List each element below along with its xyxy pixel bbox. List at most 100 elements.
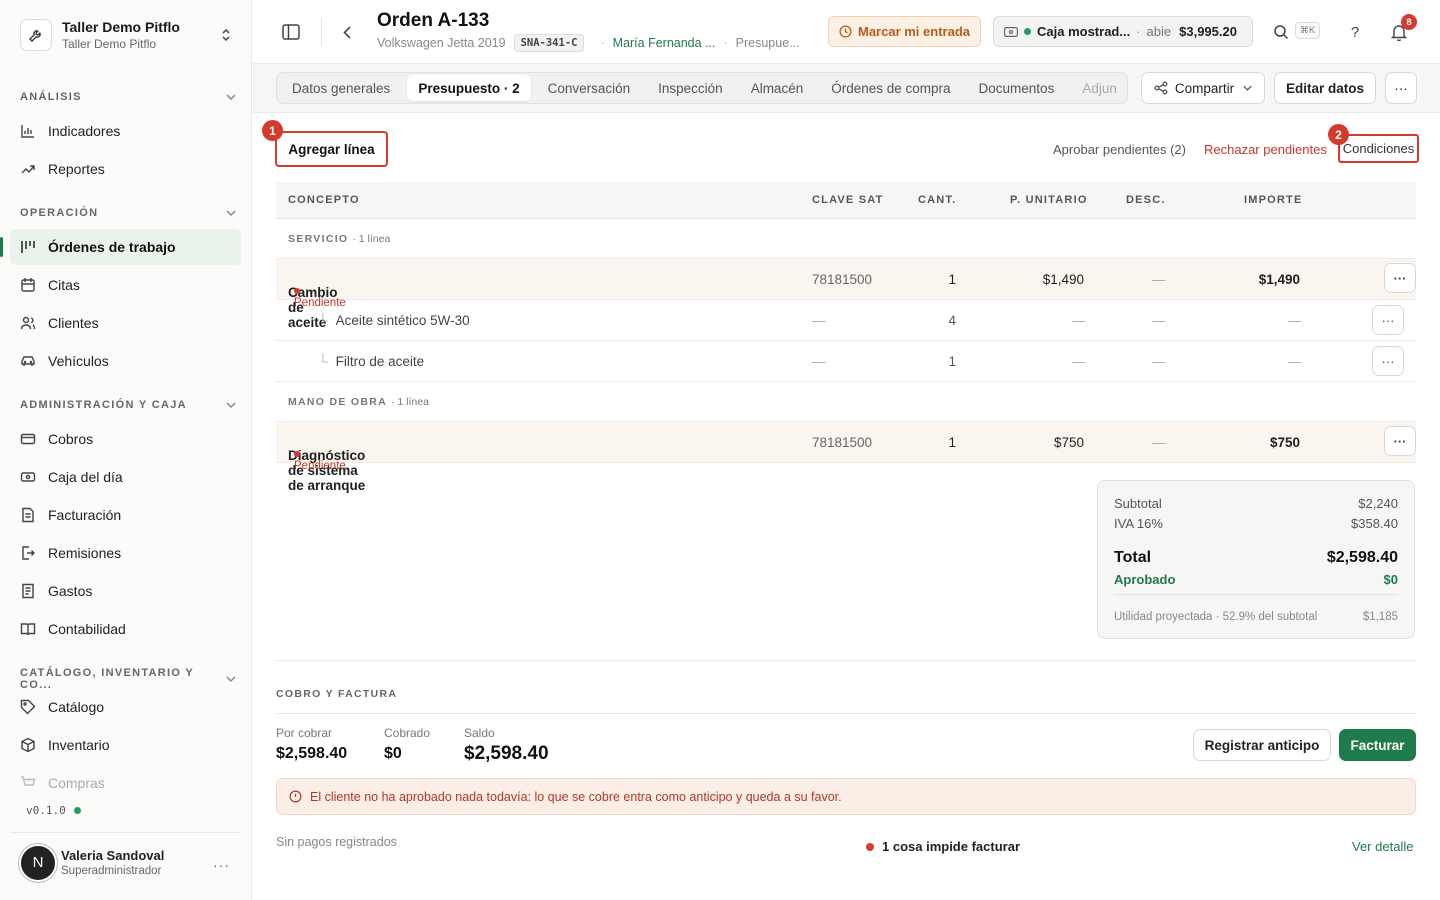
sidebar-item-facturacion[interactable]: Facturación: [10, 497, 241, 533]
table-row[interactable]: Cambio de aceite Pendiente 78181500 1 $1,…: [276, 259, 1416, 330]
sidebar-item-label: Remisiones: [48, 545, 122, 561]
section-catalogo[interactable]: CATÁLOGO, INVENTARIO Y CO...: [20, 667, 236, 691]
tab-adjuntos[interactable]: Adjun: [1071, 75, 1127, 101]
sidebar-item-caja[interactable]: Caja del día: [10, 459, 241, 495]
sidebar-item-label: Caja del día: [48, 469, 123, 485]
user-role: Superadministrador: [61, 865, 162, 877]
row-menu-button[interactable]: ···: [1372, 346, 1404, 376]
conditions-button[interactable]: Condiciones: [1338, 134, 1419, 163]
search-icon[interactable]: [1271, 22, 1291, 42]
chevron-down-icon: [226, 210, 236, 216]
sidebar-item-catalogo[interactable]: Catálogo: [10, 689, 241, 725]
sidebar-item-citas[interactable]: Citas: [10, 267, 241, 303]
line-sat: 78181500: [812, 272, 873, 287]
back-icon[interactable]: [337, 20, 357, 44]
sidebar-toggle-icon[interactable]: [279, 20, 303, 44]
invoice-blocker: 1 cosa impide facturar: [866, 839, 1020, 854]
user-menu[interactable]: N Valeria Sandoval Superadministrador ··…: [10, 832, 240, 892]
sidebar-item-indicadores[interactable]: Indicadores: [10, 113, 241, 149]
line-qty: 1: [948, 435, 956, 450]
tab-documentos[interactable]: Documentos: [968, 75, 1066, 101]
tab-presupuesto[interactable]: Presupuesto · 2: [407, 75, 531, 101]
line-total: $750: [1269, 435, 1300, 450]
line-discount: —: [1152, 272, 1166, 287]
register-advance-button[interactable]: Registrar anticipo: [1193, 729, 1331, 761]
invoice-button[interactable]: Facturar: [1339, 729, 1416, 761]
line-concept: Filtro de aceite: [318, 354, 425, 369]
share-button[interactable]: Compartir: [1141, 72, 1265, 104]
due-value: $2,598.40: [276, 745, 348, 762]
col-cantidad: CANT.: [918, 194, 957, 206]
shortcut-badge: ⌘K: [1295, 22, 1321, 39]
sidebar: Taller Demo Pitflo Taller Demo Pitflo AN…: [0, 0, 252, 900]
sidebar-item-inventario[interactable]: Inventario: [10, 727, 241, 763]
cash-amount: $3,995.20: [1179, 24, 1237, 39]
no-payments-text: Sin pagos registrados: [276, 835, 397, 849]
tab-inspeccion[interactable]: Inspección: [647, 75, 734, 101]
chevron-updown-icon: [222, 28, 230, 42]
cart-icon: [21, 776, 36, 786]
sidebar-item-remisiones[interactable]: Remisiones: [10, 535, 241, 571]
tab-ordenes-compra[interactable]: Órdenes de compra: [820, 75, 961, 101]
line-discount: —: [1152, 435, 1166, 450]
subtotal-label: Subtotal: [1114, 496, 1162, 511]
row-menu-button[interactable]: ···: [1384, 263, 1416, 293]
section-operacion[interactable]: OPERACIÓN: [20, 207, 236, 219]
view-detail-link[interactable]: Ver detalle: [1352, 839, 1413, 854]
tab-conversacion[interactable]: Conversación: [537, 75, 642, 101]
sidebar-item-reportes[interactable]: Reportes: [10, 151, 241, 187]
sidebar-item-gastos[interactable]: Gastos: [10, 573, 241, 609]
paid-label: Cobrado: [384, 726, 431, 740]
page-header: Orden A-133 Volkswagen Jetta 2019 SNA-34…: [253, 0, 1440, 64]
export-icon: [22, 546, 35, 560]
checkin-button[interactable]: Marcar mi entrada: [828, 16, 981, 47]
paid-value: $0: [384, 745, 402, 762]
cash-icon: [1004, 26, 1018, 37]
edit-data-button[interactable]: Editar datos: [1274, 72, 1376, 104]
sidebar-item-clientes[interactable]: Clientes: [10, 305, 241, 341]
total-value: $2,598.40: [1326, 549, 1398, 566]
alert-icon: [289, 790, 302, 803]
table-row[interactable]: Filtro de aceite — 1 — — — ···: [276, 341, 1416, 382]
annotation-marker-1: 1: [262, 120, 283, 141]
row-menu-button[interactable]: ···: [1384, 426, 1416, 456]
approved-label: Aprobado: [1114, 572, 1176, 587]
row-menu-button[interactable]: ···: [1372, 305, 1404, 335]
sidebar-item-label: Contabilidad: [48, 621, 126, 637]
plate-badge: SNA-341-C: [513, 34, 585, 52]
approve-pending-link[interactable]: Aprobar pendientes (2): [1053, 142, 1186, 157]
more-button[interactable]: ···: [1385, 72, 1417, 104]
iva-value: $358.40: [1351, 516, 1398, 531]
notification-count: 8: [1401, 14, 1417, 30]
tab-almacen[interactable]: Almacén: [740, 75, 815, 101]
col-precio-unitario: P. UNITARIO: [1010, 194, 1088, 206]
section-administracion[interactable]: ADMINISTRACIÓN Y CAJA: [20, 399, 236, 411]
status-dot: [1024, 28, 1031, 35]
sidebar-item-compras[interactable]: Compras: [10, 765, 241, 801]
status-dot: [866, 842, 874, 851]
user-name: Valeria Sandoval: [61, 848, 165, 863]
more-icon[interactable]: ···: [213, 857, 230, 873]
help-icon[interactable]: ?: [1345, 22, 1365, 42]
table-row[interactable]: Aceite sintético 5W-30 — 4 — — — ···: [276, 300, 1416, 341]
sidebar-item-label: Cobros: [48, 431, 94, 447]
page-title: Orden A-133: [377, 10, 490, 31]
sidebar-item-contabilidad[interactable]: Contabilidad: [10, 611, 241, 647]
add-line-button[interactable]: Agregar línea: [275, 131, 388, 167]
line-concept: Aceite sintético 5W-30: [318, 313, 470, 328]
customer-link[interactable]: María Fernanda ...: [613, 36, 716, 50]
reject-pending-link[interactable]: Rechazar pendientes: [1204, 142, 1327, 157]
org-switcher[interactable]: Taller Demo Pitflo Taller Demo Pitflo: [10, 8, 242, 62]
section-analisis[interactable]: ANÁLISIS: [20, 91, 236, 103]
cash-register-status[interactable]: Caja mostrad... · abie $3,995.20: [993, 16, 1253, 47]
table-row[interactable]: Diagnóstico de sistema de arranque Pendie…: [276, 422, 1416, 493]
tab-datos-generales[interactable]: Datos generales: [281, 75, 401, 101]
sidebar-item-vehiculos[interactable]: Vehículos: [10, 343, 241, 379]
line-qty: 1: [948, 354, 956, 369]
bar-chart-icon: [21, 125, 34, 138]
app: Taller Demo Pitflo Taller Demo Pitflo AN…: [0, 0, 1440, 900]
line-total: —: [1288, 354, 1302, 369]
sidebar-item-ordenes[interactable]: Órdenes de trabajo: [0, 229, 241, 265]
chevron-down-icon: [226, 676, 236, 682]
sidebar-item-cobros[interactable]: Cobros: [10, 421, 241, 457]
